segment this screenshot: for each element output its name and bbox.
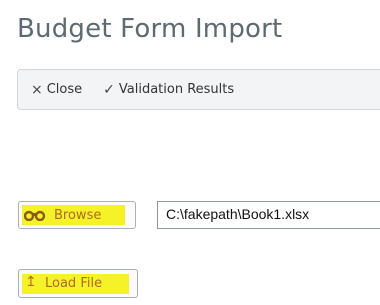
file-path-field[interactable]: C:\fakepath\Book1.xlsx bbox=[157, 201, 380, 229]
validation-results-label: Validation Results bbox=[118, 82, 235, 97]
load-file-button[interactable]: ↥ Load File bbox=[18, 269, 138, 298]
browse-button[interactable]: Browse bbox=[18, 201, 136, 229]
browse-label: Browse bbox=[54, 208, 102, 223]
upload-arrow-icon: ↥ bbox=[25, 274, 37, 290]
page-title: Budget Form Import bbox=[17, 14, 283, 44]
close-label: Close bbox=[46, 82, 83, 97]
load-file-label: Load File bbox=[45, 276, 103, 291]
checkmark-icon: ✓ bbox=[103, 81, 115, 98]
close-button[interactable]: × Close bbox=[31, 82, 82, 98]
binoculars-icon bbox=[24, 210, 46, 221]
close-icon: × bbox=[31, 81, 43, 98]
page: Budget Form Import × Close ✓ Validation … bbox=[0, 0, 380, 305]
toolbar: × Close ✓ Validation Results bbox=[17, 69, 380, 110]
validation-results-button[interactable]: ✓ Validation Results bbox=[103, 82, 234, 98]
